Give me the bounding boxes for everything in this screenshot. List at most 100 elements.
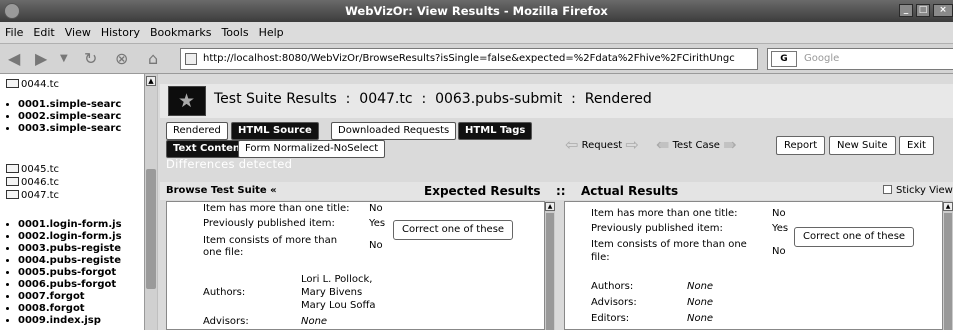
menu-edit[interactable]: Edit (28, 22, 59, 44)
folder-item[interactable]: 0047.tc (6, 190, 59, 201)
field-label: Previously published item: (591, 223, 723, 234)
list-item[interactable]: 0006.pubs-forgot (18, 279, 122, 291)
folder-icon (6, 164, 19, 173)
list-item[interactable]: 0008.forgot (18, 303, 122, 315)
search-placeholder: Google (804, 53, 840, 64)
minimize-icon[interactable]: _ (899, 4, 913, 17)
page-favicon-icon (185, 53, 197, 65)
author-name: Mary Lou Soffa (301, 300, 376, 311)
list-item[interactable]: 0004.pubs-registe (18, 255, 122, 267)
field-value: No (772, 208, 786, 219)
scrollbar-thumb[interactable] (546, 213, 554, 330)
search-engine-icon[interactable]: G (771, 51, 797, 67)
tab-downloaded-requests[interactable]: Downloaded Requests (331, 122, 457, 140)
close-icon[interactable]: × (933, 4, 953, 17)
field-label: Editors: (591, 313, 630, 324)
arrow-right-icon[interactable]: ⇨ (625, 135, 638, 154)
folder-item[interactable]: 0045.tc (6, 164, 59, 175)
menu-help[interactable]: Help (254, 22, 289, 44)
report-button[interactable]: Report (776, 136, 826, 155)
list-item[interactable]: 0002.login-form.js (18, 231, 122, 243)
field-label: Item consists of more than (203, 235, 338, 246)
scroll-up-icon[interactable]: ▲ (146, 76, 156, 86)
test-case-list: 0001.simple-searc 0002.simple-searc 0003… (18, 99, 121, 135)
field-value: None (687, 297, 714, 308)
reload-icon[interactable]: ↻ (84, 49, 97, 69)
search-box[interactable]: G Google (767, 48, 953, 70)
tab-html-tags[interactable]: HTML Tags (458, 122, 533, 140)
window-titlebar: WebVizOr: View Results - Mozilla Firefox… (0, 0, 953, 22)
field-value: No (369, 203, 383, 214)
correct-one-button[interactable]: Correct one of these (794, 227, 915, 247)
expected-pane-scrollbar[interactable]: ▲ (545, 201, 555, 330)
test-case-nav[interactable]: ⇚ Test Case ⇛ (656, 135, 737, 154)
list-item[interactable]: 0001.login-form.js (18, 219, 122, 231)
list-item[interactable]: 0001.simple-searc (18, 99, 121, 111)
list-item[interactable]: 0005.pubs-forgot (18, 267, 122, 279)
field-label: Authors: (591, 281, 634, 292)
actual-results-heading: Actual Results (581, 184, 679, 198)
new-suite-button[interactable]: New Suite (829, 136, 896, 155)
expected-results-pane[interactable]: Item has more than one title: No Previou… (166, 201, 545, 330)
double-arrow-right-icon[interactable]: ⇛ (723, 135, 736, 154)
arrow-left-icon[interactable]: ⇦ (565, 135, 578, 154)
sticky-view-checkbox[interactable] (883, 185, 892, 194)
field-label: Item has more than one title: (203, 203, 350, 214)
list-item[interactable]: 0003.simple-searc (18, 123, 121, 135)
request-nav[interactable]: ⇦ Request ⇨ (565, 135, 639, 154)
star-icon: ★ (178, 90, 196, 112)
actual-pane-scrollbar[interactable]: ▲ (943, 201, 953, 330)
back-icon[interactable]: ◀ (8, 49, 20, 69)
forward-icon[interactable]: ▶ (35, 49, 47, 69)
home-icon[interactable]: ⌂ (148, 49, 158, 69)
field-label: file: (591, 252, 610, 263)
sticky-view-option[interactable]: Sticky View (883, 185, 953, 196)
folder-icon (6, 177, 19, 186)
double-arrow-left-icon[interactable]: ⇚ (656, 135, 669, 154)
folder-icon (6, 190, 19, 199)
exit-button[interactable]: Exit (899, 136, 934, 155)
field-label: Item has more than one title: (591, 208, 738, 219)
menu-view[interactable]: View (60, 22, 96, 44)
field-label: Authors: (203, 287, 246, 298)
menu-tools[interactable]: Tools (216, 22, 253, 44)
field-value: Yes (772, 223, 789, 234)
list-item[interactable]: 0009.index.jsp (18, 315, 122, 327)
browse-test-suite-toggle[interactable]: Browse Test Suite « (166, 185, 277, 196)
list-item[interactable]: 0002.simple-searc (18, 111, 121, 123)
scroll-up-icon[interactable]: ▲ (943, 202, 953, 211)
folder-icon (6, 79, 19, 88)
author-name: Mary Bivens (301, 287, 363, 298)
menu-bookmarks[interactable]: Bookmarks (145, 22, 216, 44)
field-value: None (687, 313, 714, 324)
actual-results-pane[interactable]: Item has more than one title: No Previou… (564, 201, 943, 330)
field-value: None (301, 316, 328, 327)
field-value: None (687, 281, 714, 292)
window-title: WebVizOr: View Results - Mozilla Firefox (345, 4, 608, 18)
scrollbar-thumb[interactable] (944, 213, 952, 330)
test-suite-sidebar: 0044.tc 0001.simple-searc 0002.simple-se… (0, 74, 157, 330)
scroll-up-icon[interactable]: ▲ (545, 202, 555, 211)
field-label: one file: (203, 247, 244, 258)
field-label: Advisors: (591, 297, 637, 308)
menu-file[interactable]: File (0, 22, 28, 44)
expected-results-heading: Expected Results (424, 184, 541, 198)
list-item[interactable]: 0007.forgot (18, 291, 122, 303)
differences-status: Differences detected (166, 157, 293, 171)
tab-rendered[interactable]: Rendered (166, 122, 228, 140)
folder-item[interactable]: 0044.tc (6, 79, 59, 90)
sidebar-scrollbar[interactable]: ▲ (144, 74, 157, 330)
history-dropdown-icon[interactable]: ▼ (60, 49, 68, 69)
field-value: No (772, 246, 786, 257)
tab-html-source[interactable]: HTML Source (231, 122, 319, 140)
menu-history[interactable]: History (96, 22, 145, 44)
page-title: Test Suite Results : 0047.tc : 0063.pubs… (214, 91, 652, 107)
list-item[interactable]: 0003.pubs-registe (18, 243, 122, 255)
folder-item[interactable]: 0046.tc (6, 177, 59, 188)
url-bar[interactable]: http://localhost:8080/WebVizOr/BrowseRes… (180, 48, 758, 70)
stop-icon[interactable]: ⊗ (115, 49, 128, 69)
correct-one-button[interactable]: Correct one of these (393, 220, 514, 240)
scrollbar-thumb[interactable] (146, 169, 156, 289)
tab-form-normalized[interactable]: Form Normalized-NoSelect (238, 140, 386, 158)
maximize-icon[interactable]: □ (916, 4, 930, 17)
